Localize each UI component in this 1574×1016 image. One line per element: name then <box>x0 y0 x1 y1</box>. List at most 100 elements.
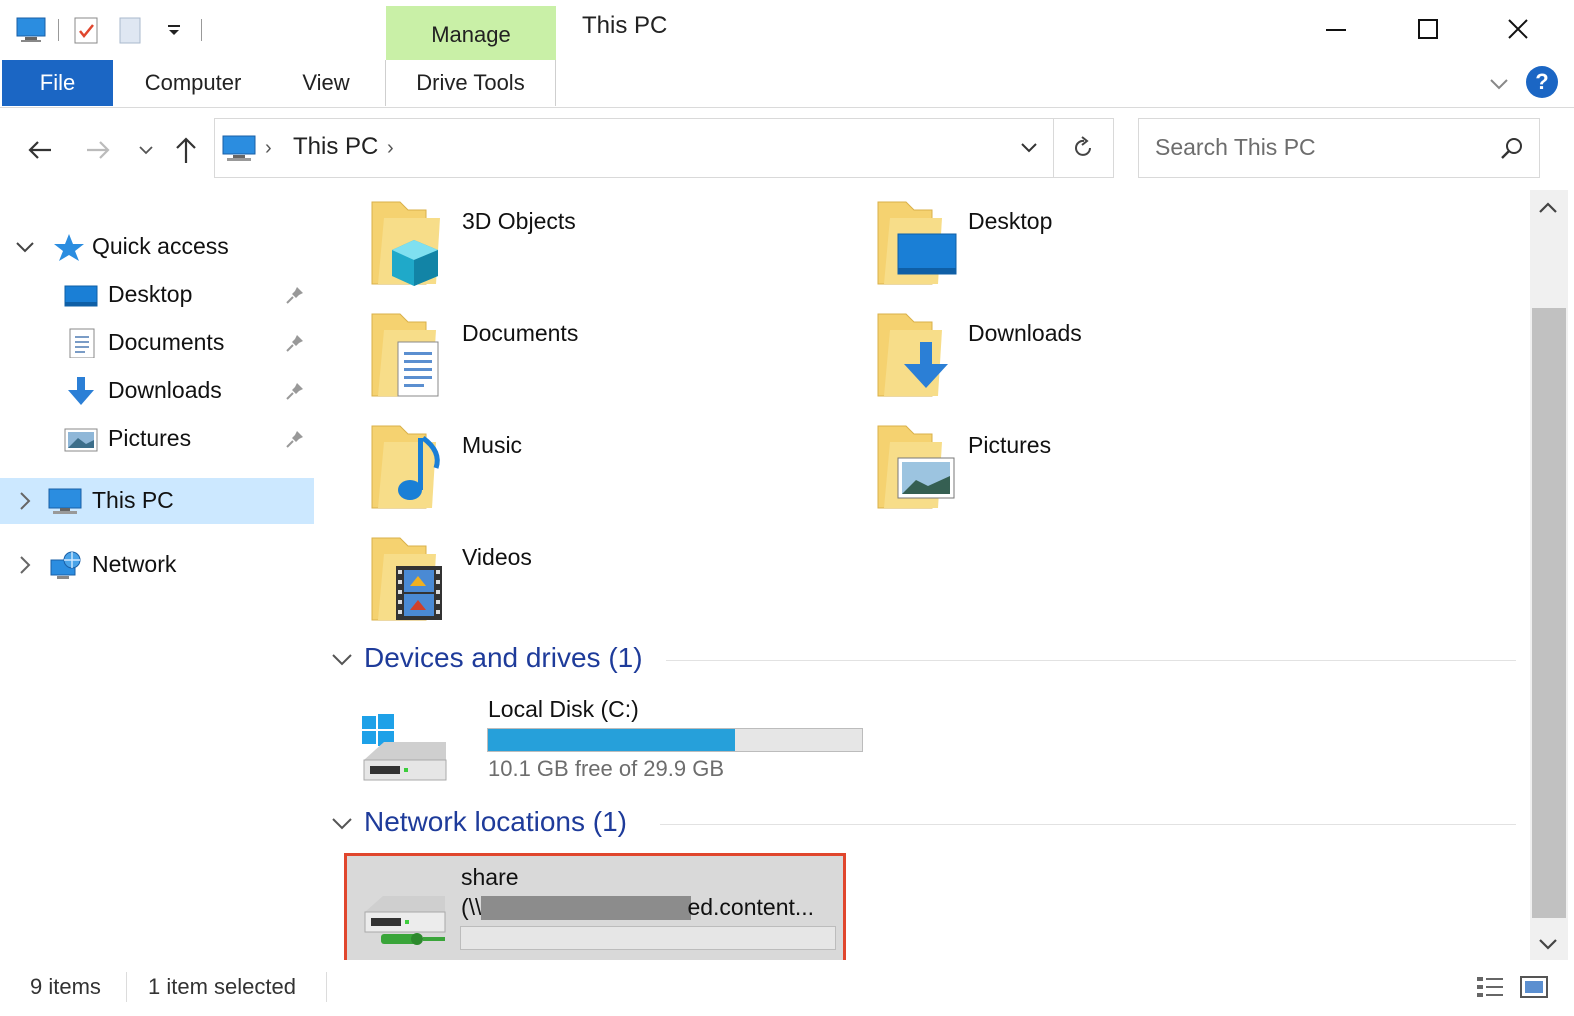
refresh-icon <box>1074 136 1091 156</box>
folder-downloads[interactable]: Downloads <box>824 302 1304 402</box>
tab-computer[interactable]: Computer <box>128 60 258 106</box>
selection-count: 1 item selected <box>148 974 296 999</box>
up-button[interactable] <box>166 130 206 170</box>
folder-label: Downloads <box>968 320 1082 346</box>
properties-icon[interactable] <box>69 13 103 47</box>
tab-view[interactable]: View <box>286 60 366 106</box>
toolbar-separator <box>58 19 59 41</box>
pc-icon[interactable] <box>14 13 48 47</box>
arrow-up-icon <box>176 137 196 163</box>
folder-videos[interactable]: Videos <box>318 526 798 626</box>
nav-item-documents[interactable]: Documents <box>0 320 314 366</box>
breadcrumb-separator-icon[interactable]: › <box>265 137 272 160</box>
folder-pictures[interactable]: Pictures <box>824 414 1304 514</box>
help-button[interactable]: ? <box>1526 66 1558 98</box>
details-view-icon <box>1477 977 1503 997</box>
downloads-icon <box>68 377 94 405</box>
folder-label: Videos <box>462 544 532 570</box>
expand-ribbon-icon[interactable] <box>1484 68 1514 98</box>
tab-file[interactable]: File <box>2 60 113 106</box>
toolbar-separator <box>201 19 202 41</box>
nav-item-desktop[interactable]: Desktop <box>0 272 314 318</box>
group-title: Devices and drives (1) <box>364 642 643 673</box>
folder-documents[interactable]: Documents <box>318 302 798 402</box>
content-pane: 3D Objects Desktop Documents Downloads M… <box>318 190 1530 963</box>
network-path-prefix: (\\ <box>461 894 482 920</box>
nav-label: Documents <box>108 329 225 355</box>
vertical-scrollbar[interactable] <box>1530 190 1568 960</box>
close-icon <box>1508 19 1528 39</box>
pc-icon <box>221 133 257 168</box>
new-folder-icon[interactable] <box>113 13 147 47</box>
downloads-folder-icon <box>877 313 948 397</box>
drive-local-disk-c[interactable]: Local Disk (C:) 10.1 GB free of 29.9 GB <box>344 686 863 786</box>
refresh-button[interactable] <box>1053 119 1113 177</box>
windows-drive-icon <box>362 714 447 781</box>
folder-label: Documents <box>462 320 579 346</box>
navigation-row: › This PC › Search This PC <box>0 108 1574 190</box>
quick-access-toolbar <box>14 10 202 50</box>
status-separator <box>126 972 127 1002</box>
minimize-button[interactable] <box>1290 0 1382 58</box>
folder-label: Music <box>462 432 523 458</box>
tab-drive-tools[interactable]: Drive Tools <box>385 60 556 106</box>
chevron-down-icon[interactable] <box>14 236 36 258</box>
status-separator <box>326 972 327 1002</box>
search-box[interactable]: Search This PC <box>1138 118 1540 178</box>
scroll-up-icon[interactable] <box>1536 198 1560 218</box>
network-path: (\\ ed.content... <box>461 894 814 921</box>
navigation-pane: Quick access Desktop Documents Downloads… <box>0 190 316 960</box>
nav-item-this-pc[interactable]: This PC <box>0 478 314 524</box>
group-header-devices[interactable]: Devices and drives (1) <box>330 640 1520 680</box>
folder-desktop[interactable]: Desktop <box>824 190 1304 290</box>
maximize-button[interactable] <box>1382 0 1474 58</box>
group-title: Network locations (1) <box>364 806 627 837</box>
search-icon[interactable] <box>1499 135 1525 166</box>
nav-item-pictures[interactable]: Pictures <box>0 416 314 462</box>
chevron-down-icon[interactable] <box>330 812 354 836</box>
nav-label: Quick access <box>92 233 229 259</box>
recent-locations-button[interactable] <box>128 130 164 170</box>
pictures-icon <box>64 428 98 452</box>
arrow-right-icon <box>87 141 110 159</box>
nav-item-network[interactable]: Network <box>0 542 314 588</box>
large-icons-view-button[interactable] <box>1518 972 1550 1002</box>
customize-dropdown-icon[interactable] <box>157 13 191 47</box>
folder-music[interactable]: Music <box>318 414 798 514</box>
pin-icon[interactable] <box>284 332 306 354</box>
forward-button[interactable] <box>78 130 118 170</box>
pin-icon[interactable] <box>284 428 306 450</box>
network-location-share[interactable]: share (\\ ed.content... <box>344 853 846 963</box>
documents-icon <box>69 328 95 358</box>
documents-folder-icon <box>371 313 439 397</box>
chevron-down-icon <box>1021 143 1037 153</box>
desktop-folder-icon <box>877 201 957 285</box>
pin-icon[interactable] <box>284 380 306 402</box>
nav-quick-access[interactable]: Quick access <box>0 224 314 270</box>
drive-name: share <box>461 864 519 890</box>
scroll-down-icon[interactable] <box>1536 934 1560 954</box>
breadcrumb-this-pc[interactable]: This PC <box>293 133 378 161</box>
chevron-down-icon[interactable] <box>330 648 354 672</box>
chevron-right-icon[interactable] <box>14 490 36 512</box>
chevron-right-icon[interactable] <box>14 554 36 576</box>
address-bar[interactable]: › This PC › <box>214 118 1114 178</box>
back-button[interactable] <box>20 130 60 170</box>
scrollbar-thumb[interactable] <box>1532 308 1566 918</box>
nav-label: Network <box>92 551 177 577</box>
folder-3d-objects[interactable]: 3D Objects <box>318 190 798 290</box>
group-header-network-locations[interactable]: Network locations (1) <box>330 804 1520 844</box>
nav-label: Downloads <box>108 377 222 403</box>
address-dropdown-button[interactable] <box>1005 119 1053 177</box>
pin-icon[interactable] <box>284 284 306 306</box>
drive-usage-bar <box>460 926 836 950</box>
details-view-button[interactable] <box>1474 972 1506 1002</box>
large-icons-view-icon <box>1520 976 1548 998</box>
drive-usage-fill <box>488 729 735 751</box>
nav-item-downloads[interactable]: Downloads <box>0 368 314 414</box>
group-divider <box>666 660 1516 661</box>
breadcrumb-separator-icon[interactable]: › <box>387 137 394 160</box>
close-button[interactable] <box>1472 0 1564 58</box>
tab-manage[interactable]: Manage <box>386 6 556 60</box>
network-icon <box>50 551 81 579</box>
